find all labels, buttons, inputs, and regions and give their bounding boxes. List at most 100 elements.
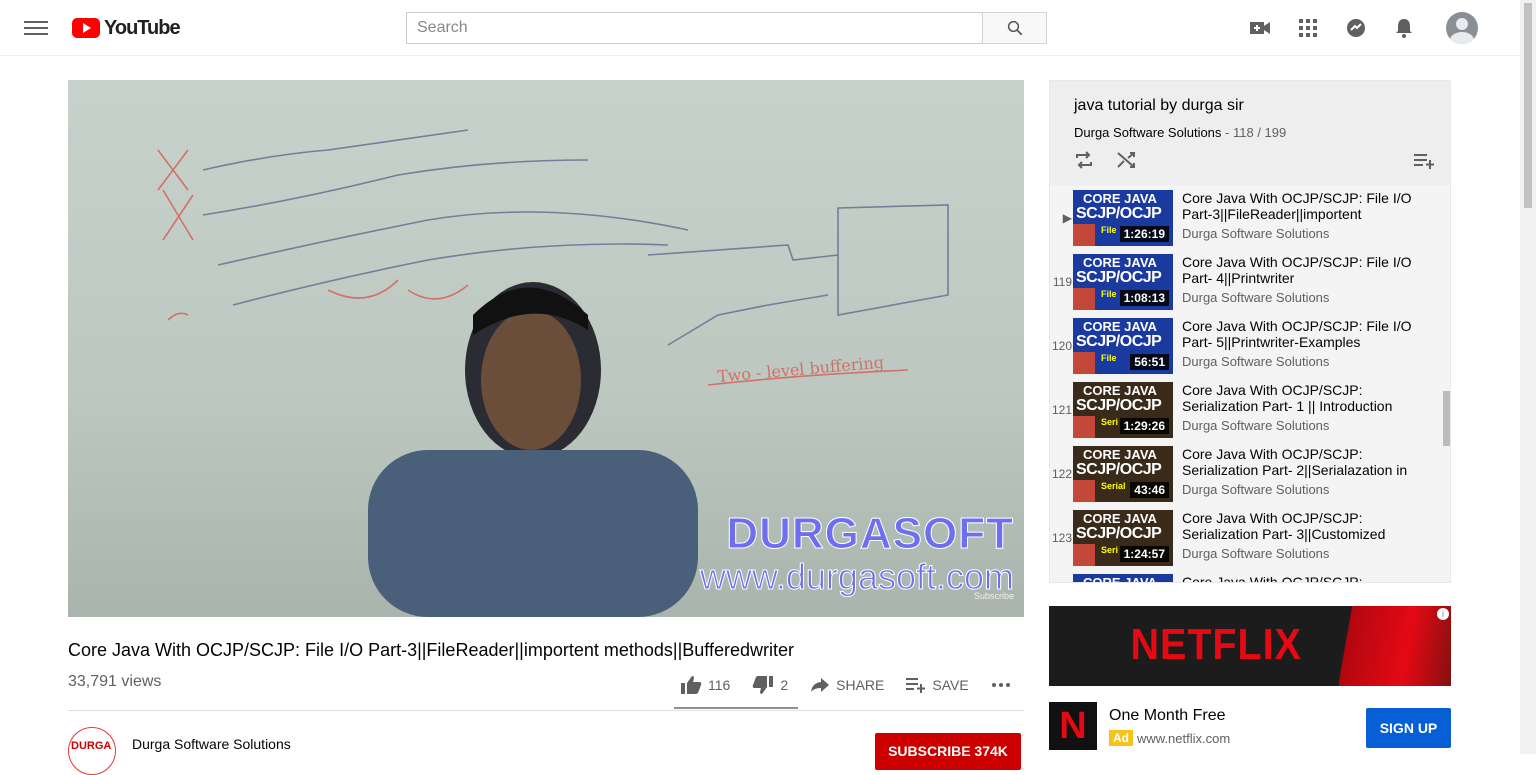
notifications-bell-icon — [1396, 19, 1412, 38]
share-button[interactable]: SHARE — [810, 677, 884, 693]
youtube-logo[interactable]: YouTube — [72, 17, 181, 39]
thumbnail-line2: SCJP/OCJP — [1076, 205, 1162, 222]
create-video-button[interactable] — [1244, 12, 1276, 44]
playlist-item-title[interactable]: Core Java With OCJP/SCJP: Serialization … — [1182, 510, 1432, 542]
playlist-item-thumbnail[interactable]: CORE JAVA — [1073, 574, 1173, 582]
playlist-item-thumbnail[interactable]: CORE JAVA SCJP/OCJP Seri 1:24:57 — [1073, 510, 1173, 566]
ad-url[interactable]: www.netflix.com — [1137, 731, 1230, 746]
playlist-item[interactable]: ▶ CORE JAVA SCJP/OCJP File 1:26:19 Core Java … — [1050, 187, 1450, 251]
playlist-add-icon — [906, 678, 926, 693]
thumbnail-tag: Seri — [1101, 545, 1119, 555]
page-scrollbar[interactable] — [1520, 0, 1536, 754]
duration-badge: 1:26:19 — [1119, 226, 1169, 242]
playlist-item-title[interactable]: Core Java With OCJP/SCJP: File I/O Part-… — [1182, 318, 1432, 350]
save-button[interactable]: SAVE — [906, 677, 969, 693]
playlist-item[interactable]: 119 CORE JAVA SCJP/OCJP File 1:08:13 Core Jav… — [1050, 251, 1450, 315]
playlist-item[interactable]: 122 CORE JAVA SCJP/OCJP Serial 43:46 Core Jav… — [1050, 443, 1450, 507]
playlist-item[interactable]: 123 CORE JAVA SCJP/OCJP Seri 1:24:57 Core Jav… — [1050, 507, 1450, 571]
playlist-item[interactable]: 121 CORE JAVA SCJP/OCJP Seri 1:29:26 Core Jav… — [1050, 379, 1450, 443]
duration-badge: 1:24:57 — [1119, 546, 1169, 562]
search-button[interactable] — [982, 12, 1047, 44]
ad-signup-button[interactable]: SIGN UP — [1366, 708, 1451, 748]
thumbnail-presenter — [1073, 288, 1095, 310]
channel-avatar[interactable]: DURGA — [68, 727, 116, 775]
account-avatar[interactable] — [1446, 12, 1478, 44]
ad-info-icon[interactable]: i — [1437, 608, 1449, 620]
video-title: Core Java With OCJP/SCJP: File I/O Part-… — [68, 640, 794, 660]
playlist-item-text: Core Java With OCJP/SCJP: Serialization … — [1182, 510, 1432, 561]
video-player[interactable]: Two - level buffering DURGASOFT www.durg… — [68, 80, 1024, 617]
ad-banner[interactable]: NETFLIX i — [1049, 606, 1451, 686]
youtube-play-icon — [72, 18, 100, 38]
playlist-item-title[interactable]: Core Java With OCJP/SCJP: File I/O Part-… — [1182, 190, 1432, 222]
more-horiz-icon — [991, 683, 1010, 687]
advertiser-logo-letter: N — [1059, 704, 1087, 747]
playlist-item[interactable]: CORE JAVA Core Java With OCJP/SCJP: — [1050, 571, 1450, 582]
playlist-item-channel: Durga Software Solutions — [1182, 546, 1330, 561]
playlist-item-title[interactable]: Core Java With OCJP/SCJP: Serialization … — [1182, 382, 1432, 414]
thumbs-up-icon — [681, 676, 702, 694]
loop-icon[interactable] — [1074, 151, 1094, 169]
sentiment-bar — [674, 707, 798, 709]
playlist-controls — [1074, 151, 1136, 169]
dislike-count: 2 — [780, 677, 789, 693]
playlist-item-thumbnail[interactable]: CORE JAVA SCJP/OCJP File 56:51 — [1073, 318, 1173, 374]
save-playlist-button[interactable] — [1414, 153, 1436, 174]
save-label: SAVE — [932, 677, 969, 693]
playlist-item-title[interactable]: Core Java With OCJP/SCJP: — [1182, 574, 1432, 582]
video-watermark: DURGASOFT www.durgasoft.com — [699, 509, 1014, 596]
duration-badge: 1:29:26 — [1119, 418, 1169, 434]
menu-icon[interactable] — [24, 18, 48, 38]
more-actions-button[interactable] — [991, 682, 1011, 688]
ad-title[interactable]: One Month Free — [1109, 707, 1226, 725]
thumbnail-tag: Serial — [1101, 481, 1126, 491]
playlist-item-title[interactable]: Core Java With OCJP/SCJP: File I/O Part-… — [1182, 254, 1432, 286]
subscribe-button[interactable]: SUBSCRIBE 374K — [875, 733, 1021, 770]
playlist-item-index: 122 — [1051, 467, 1072, 481]
playlist-panel: java tutorial by durga sir Durga Softwar… — [1049, 80, 1451, 583]
svg-text:Two - level buffering: Two - level buffering — [717, 353, 885, 386]
playlist-item-channel: Durga Software Solutions — [1182, 290, 1330, 305]
thumbnail-line2: SCJP/OCJP — [1076, 269, 1162, 286]
playlist-item-title[interactable]: Core Java With OCJP/SCJP: Serialization … — [1182, 446, 1432, 478]
playlist-title[interactable]: java tutorial by durga sir — [1074, 97, 1450, 115]
playlist-item-channel: Durga Software Solutions — [1182, 418, 1330, 433]
share-arrow-icon — [811, 678, 830, 692]
advertiser-logo[interactable]: N — [1049, 702, 1097, 750]
playlist-item-thumbnail[interactable]: CORE JAVA SCJP/OCJP Serial 43:46 — [1073, 446, 1173, 502]
messages-icon — [1347, 19, 1365, 37]
apps-button[interactable] — [1292, 12, 1324, 44]
view-count: 33,791 views — [68, 673, 162, 690]
playlist-scrollbar-thumb[interactable] — [1443, 391, 1450, 446]
thumbnail-tag: File — [1101, 353, 1117, 363]
shuffle-icon[interactable] — [1116, 151, 1136, 169]
playlist-item-thumbnail[interactable]: CORE JAVA SCJP/OCJP File 1:26:19 — [1073, 190, 1173, 246]
playlist-item-index: 123 — [1051, 531, 1072, 545]
topbar-actions — [1244, 12, 1478, 44]
thumbnail-line1: CORE JAVA — [1083, 255, 1157, 270]
thumbnail-tag: File — [1101, 289, 1117, 299]
playlist-item-channel: Durga Software Solutions — [1182, 226, 1330, 241]
playlist-item-thumbnail[interactable]: CORE JAVA SCJP/OCJP File 1:08:13 — [1073, 254, 1173, 310]
thumbnail-line1: CORE JAVA — [1083, 447, 1157, 462]
notifications-button[interactable] — [1388, 12, 1420, 44]
search-input[interactable] — [406, 12, 982, 44]
playlist-header: java tutorial by durga sir Durga Softwar… — [1050, 81, 1450, 185]
channel-name[interactable]: Durga Software Solutions — [132, 736, 291, 752]
playlist-item-channel: Durga Software Solutions — [1182, 482, 1330, 497]
thumbs-down-icon — [752, 676, 774, 694]
like-button[interactable]: 116 — [680, 675, 730, 695]
thumbnail-line1: CORE JAVA — [1083, 191, 1157, 206]
playlist-meta: Durga Software Solutions - 118 / 199 — [1074, 125, 1287, 140]
dislike-button[interactable]: 2 — [752, 675, 788, 695]
scrollbar-thumb[interactable] — [1524, 3, 1532, 208]
thumbnail-line1: CORE JAVA — [1083, 319, 1157, 334]
channel-subscribe-overlay[interactable]: Subscribe — [974, 591, 1014, 601]
messages-button[interactable] — [1340, 12, 1372, 44]
playlist-item-index: 119 — [1052, 275, 1072, 289]
apps-grid-icon — [1299, 19, 1317, 37]
playlist-item-thumbnail[interactable]: CORE JAVA SCJP/OCJP Seri 1:29:26 — [1073, 382, 1173, 438]
playlist-owner[interactable]: Durga Software Solutions — [1074, 125, 1221, 140]
playlist-item[interactable]: 120 CORE JAVA SCJP/OCJP File 56:51 Core Java … — [1050, 315, 1450, 379]
playlist-position: 118 / 199 — [1232, 125, 1287, 140]
